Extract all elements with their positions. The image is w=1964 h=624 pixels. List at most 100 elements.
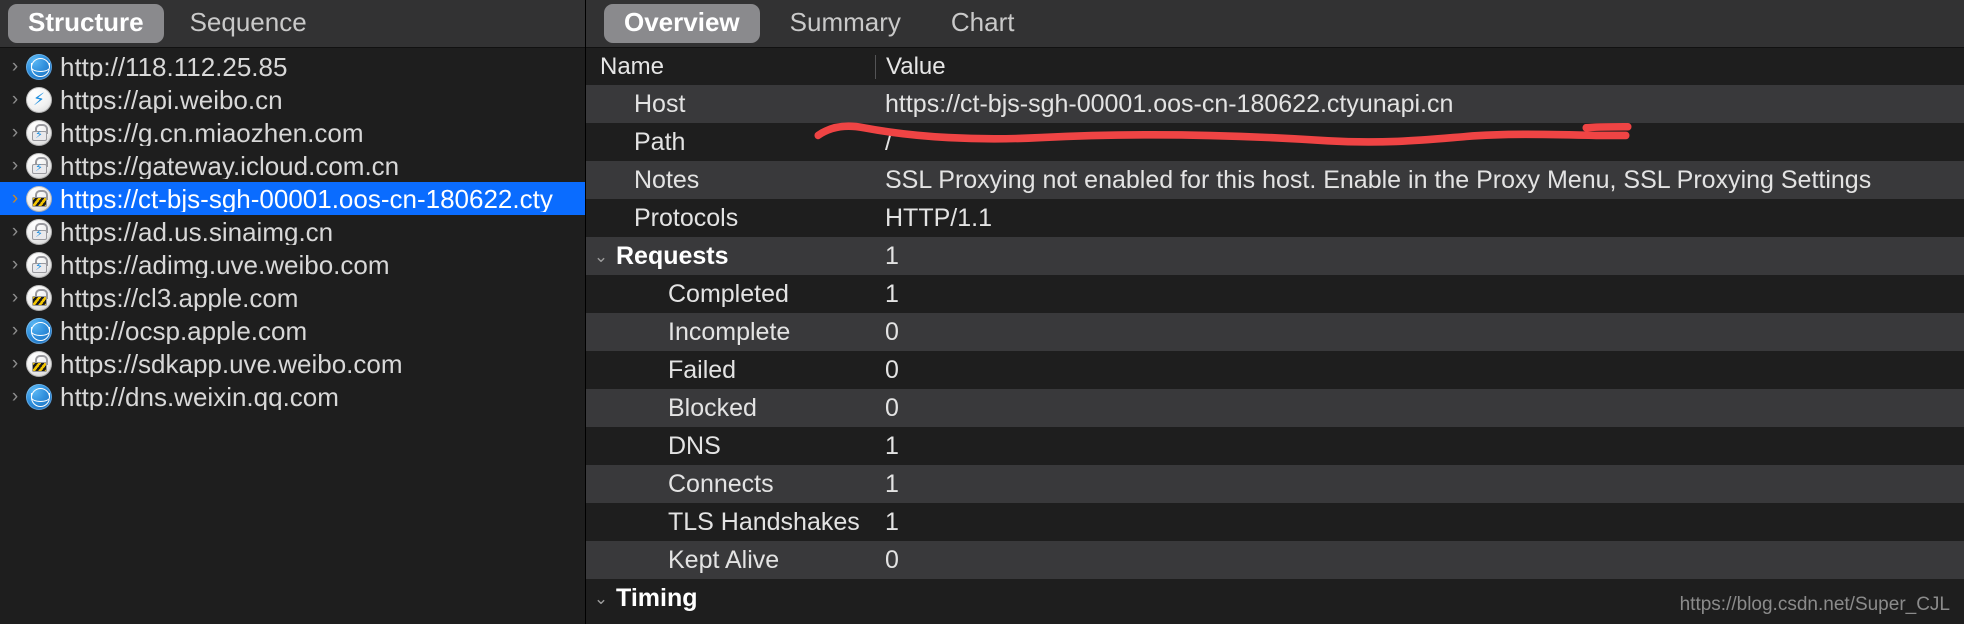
table-row[interactable]: Notes SSL Proxying not enabled for this h… bbox=[586, 161, 1964, 199]
tree-item[interactable]: › ⚡ https://gateway.icloud.com.cn bbox=[0, 149, 585, 182]
tree-item-label: https://gateway.icloud.com.cn bbox=[60, 152, 400, 179]
row-value-label: 0 bbox=[885, 355, 899, 384]
watermark: https://blog.csdn.net/Super_CJL bbox=[1679, 594, 1950, 615]
lock-bolt-icon: ⚡ bbox=[26, 218, 52, 245]
tree-item[interactable]: › http://dns.weixin.qq.com bbox=[0, 380, 585, 413]
tab-structure[interactable]: Structure bbox=[8, 3, 164, 44]
cell-value: 0 bbox=[875, 541, 1964, 579]
row-spacer bbox=[586, 476, 616, 493]
cell-name: ⌄ Requests bbox=[586, 237, 875, 275]
tree-item[interactable]: › https://sdkapp.uve.weibo.com bbox=[0, 347, 585, 380]
cell-value: SSL Proxying not enabled for this host. … bbox=[875, 161, 1964, 199]
cell-value: 1 bbox=[875, 503, 1964, 541]
row-spacer bbox=[586, 438, 616, 455]
tree-item[interactable]: › ⚡ https://ad.us.sinaimg.cn bbox=[0, 215, 585, 248]
tab-sequence[interactable]: Sequence bbox=[170, 4, 327, 43]
table-row[interactable]: Path / bbox=[586, 123, 1964, 161]
row-name-label: Kept Alive bbox=[668, 545, 780, 574]
row-value-label: HTTP/1.1 bbox=[885, 203, 992, 232]
table-row[interactable]: Connects 1 bbox=[586, 465, 1964, 503]
row-value-label: 1 bbox=[885, 469, 899, 498]
globe-icon bbox=[26, 317, 52, 344]
disclosure-chevron-icon[interactable]: › bbox=[4, 57, 26, 76]
row-name-label: Failed bbox=[668, 355, 737, 384]
row-name-label: Timing bbox=[616, 583, 698, 612]
tree-item-label: https://g.cn.miaozhen.com bbox=[60, 119, 364, 146]
tab-summary[interactable]: Summary bbox=[770, 4, 921, 43]
tab-overview[interactable]: Overview bbox=[604, 3, 760, 44]
tree-item-label: https://api.weibo.cn bbox=[60, 86, 283, 113]
tab-chart[interactable]: Chart bbox=[931, 4, 1035, 43]
left-panel: Structure Sequence › http://118.112.25.85 ›… bbox=[0, 0, 586, 624]
table-row[interactable]: Protocols HTTP/1.1 bbox=[586, 199, 1964, 237]
table-header: Name Value bbox=[586, 48, 1964, 85]
row-spacer bbox=[586, 324, 616, 341]
row-name-label: Blocked bbox=[668, 393, 757, 422]
host-tree-list[interactable]: › http://118.112.25.85 › ⚡ https://api.weibo… bbox=[0, 48, 585, 624]
disclosure-chevron-icon[interactable]: › bbox=[4, 387, 26, 406]
table-row[interactable]: DNS 1 bbox=[586, 427, 1964, 465]
lock-stripes-icon bbox=[26, 185, 52, 212]
tree-item[interactable]: › ⚡ https://adimg.uve.weibo.com bbox=[0, 248, 585, 281]
lock-stripes-icon bbox=[26, 284, 52, 311]
disclosure-chevron-icon[interactable]: › bbox=[4, 123, 26, 142]
disclosure-chevron-icon[interactable]: › bbox=[4, 255, 26, 274]
disclosure-chevron-icon[interactable]: › bbox=[4, 288, 26, 307]
column-header-value: Value bbox=[875, 54, 1964, 79]
cell-name: Notes bbox=[586, 161, 875, 199]
row-name-label: Notes bbox=[634, 165, 700, 194]
tree-item-label: http://ocsp.apple.com bbox=[60, 317, 308, 344]
row-value-label: / bbox=[885, 127, 892, 156]
overview-table-body: Host https://ct-bjs-sgh-00001.oos-cn-1806… bbox=[586, 85, 1964, 624]
table-row[interactable]: Host https://ct-bjs-sgh-00001.oos-cn-1806… bbox=[586, 85, 1964, 123]
cell-value: https://ct-bjs-sgh-00001.oos-cn-180622.c… bbox=[875, 85, 1964, 123]
charles-proxy-window: Structure Sequence › http://118.112.25.85 ›… bbox=[0, 0, 1964, 624]
cell-name: Connects bbox=[586, 465, 875, 503]
cell-name: Completed bbox=[586, 275, 875, 313]
table-row[interactable]: Kept Alive 0 bbox=[586, 541, 1964, 579]
row-name-label: Connects bbox=[668, 469, 774, 498]
group-chevron-icon[interactable]: ⌄ bbox=[586, 248, 616, 265]
table-row[interactable]: TLS Handshakes 1 bbox=[586, 503, 1964, 541]
tree-item-label: https://cl3.apple.com bbox=[60, 284, 299, 311]
tree-item-label: https://adimg.uve.weibo.com bbox=[60, 251, 390, 278]
disclosure-chevron-icon[interactable]: › bbox=[4, 222, 26, 241]
row-spacer bbox=[586, 210, 616, 227]
cell-value: 0 bbox=[875, 389, 1964, 427]
lock-bolt-icon: ⚡ bbox=[26, 251, 52, 278]
disclosure-chevron-icon[interactable]: › bbox=[4, 90, 26, 109]
globe-icon bbox=[26, 383, 52, 410]
cell-name: TLS Handshakes bbox=[586, 503, 875, 541]
row-name-label: Requests bbox=[616, 241, 729, 270]
cell-name: Failed bbox=[586, 351, 875, 389]
row-spacer bbox=[586, 552, 616, 569]
row-value-label: 0 bbox=[885, 317, 899, 346]
disclosure-chevron-icon[interactable]: › bbox=[4, 354, 26, 373]
table-row[interactable]: Completed 1 bbox=[586, 275, 1964, 313]
row-spacer bbox=[586, 172, 616, 189]
cell-value: HTTP/1.1 bbox=[875, 199, 1964, 237]
row-spacer bbox=[586, 286, 616, 303]
disclosure-chevron-icon[interactable]: › bbox=[4, 156, 26, 175]
tree-item[interactable]: › https://cl3.apple.com bbox=[0, 281, 585, 314]
bolt-icon: ⚡ bbox=[26, 86, 52, 113]
table-row[interactable]: Incomplete 0 bbox=[586, 313, 1964, 351]
cell-value: 1 bbox=[875, 237, 1964, 275]
tree-item[interactable]: › ⚡ https://api.weibo.cn bbox=[0, 83, 585, 116]
tree-item[interactable]: › https://ct-bjs-sgh-00001.oos-cn-180622.… bbox=[0, 182, 585, 215]
tree-item-label: http://118.112.25.85 bbox=[60, 53, 288, 80]
cell-name: ⌄ Timing bbox=[586, 579, 875, 617]
tree-item[interactable]: › http://ocsp.apple.com bbox=[0, 314, 585, 347]
row-value-label: 1 bbox=[885, 507, 899, 536]
table-row[interactable]: Blocked 0 bbox=[586, 389, 1964, 427]
row-name-label: TLS Handshakes bbox=[668, 507, 860, 536]
disclosure-chevron-icon[interactable]: › bbox=[4, 189, 26, 208]
cell-value: 1 bbox=[875, 427, 1964, 465]
disclosure-chevron-icon[interactable]: › bbox=[4, 321, 26, 340]
table-row[interactable]: Failed 0 bbox=[586, 351, 1964, 389]
tree-item[interactable]: › http://118.112.25.85 bbox=[0, 50, 585, 83]
group-chevron-icon[interactable]: ⌄ bbox=[586, 590, 616, 607]
table-row[interactable]: ⌄ Requests 1 bbox=[586, 237, 1964, 275]
row-name-label: Completed bbox=[668, 279, 789, 308]
tree-item[interactable]: › ⚡ https://g.cn.miaozhen.com bbox=[0, 116, 585, 149]
